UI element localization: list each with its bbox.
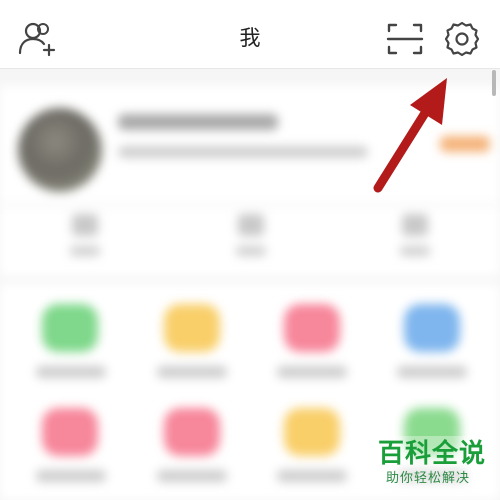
profile-card[interactable] xyxy=(0,86,500,276)
grid-item-icon[interactable] xyxy=(284,304,340,352)
grid-item-label xyxy=(36,470,106,482)
scan-icon xyxy=(386,23,424,55)
stat-label xyxy=(236,246,266,256)
stat-label xyxy=(400,246,430,256)
watermark-logo: 百科全说 助你轻松解决 xyxy=(372,436,494,494)
scan-button[interactable] xyxy=(385,19,425,59)
avatar[interactable] xyxy=(18,108,102,192)
page-title: 我 xyxy=(239,26,261,50)
profile-name-placeholder xyxy=(118,114,278,130)
grid-item-icon[interactable] xyxy=(42,304,98,352)
stat-icon[interactable] xyxy=(72,214,98,236)
grid-item-label xyxy=(397,366,467,378)
grid-item-label xyxy=(277,470,347,482)
stat-icon[interactable] xyxy=(402,214,428,236)
grid-item-label xyxy=(157,366,227,378)
grid-item-icon[interactable] xyxy=(164,408,220,456)
grid-item-icon[interactable] xyxy=(404,304,460,352)
profile-badge-placeholder xyxy=(440,136,490,152)
grid-item-icon[interactable] xyxy=(284,408,340,456)
grid-item-icon[interactable] xyxy=(164,304,220,352)
settings-button[interactable] xyxy=(442,19,482,59)
stat-icon[interactable] xyxy=(238,214,264,236)
grid-item-label xyxy=(157,470,227,482)
scrollbar[interactable] xyxy=(492,70,496,96)
watermark-main-text: 百科全说 xyxy=(378,439,487,469)
grid-item-label xyxy=(277,366,347,378)
profile-desc-placeholder xyxy=(118,146,368,158)
divider xyxy=(0,204,500,206)
header-bar: 我 xyxy=(0,0,500,69)
stat-label xyxy=(70,246,100,256)
grid-item-icon[interactable] xyxy=(42,408,98,456)
settings-gear-icon xyxy=(444,21,480,57)
grid-item-label xyxy=(36,366,106,378)
watermark-sub-text: 助你轻松解决 xyxy=(386,471,471,486)
